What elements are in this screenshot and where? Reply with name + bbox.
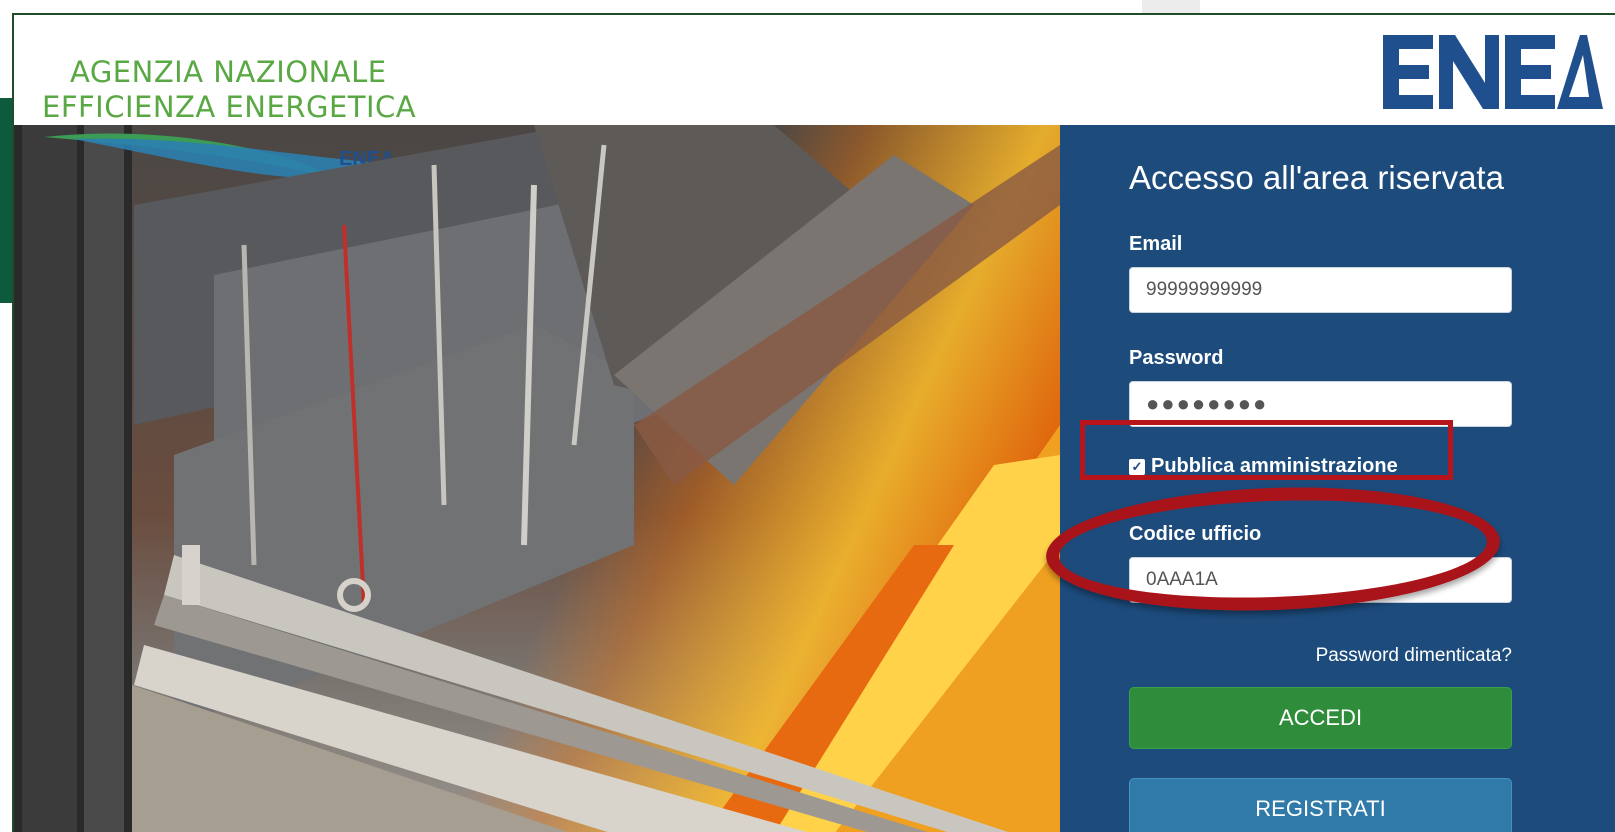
email-label: Email	[1129, 233, 1183, 255]
hero-photo-illustration: ENEA	[14, 125, 1060, 832]
register-button[interactable]: REGISTRATI	[1129, 778, 1512, 832]
email-field[interactable]: 99999999999	[1129, 267, 1512, 313]
hero-industrial-photo: ENEA	[14, 125, 1060, 832]
top-grey-block	[1142, 0, 1200, 14]
email-value: 99999999999	[1146, 279, 1263, 300]
enea-logo-icon[interactable]	[1381, 33, 1603, 111]
annotation-highlight-rectangle	[1080, 420, 1453, 480]
login-button[interactable]: ACCEDI	[1129, 687, 1512, 749]
page: AGENZIA NAZIONALE EFFICIENZA ENERGETICA	[0, 0, 1615, 832]
agency-name-line2: EFFICIENZA ENERGETICA	[42, 90, 417, 124]
forgot-password-link[interactable]: Password dimenticata?	[1316, 645, 1512, 667]
login-title: Accesso all'area riservata	[1129, 159, 1504, 196]
password-label: Password	[1129, 347, 1224, 369]
agency-name-line1: AGENZIA NAZIONALE	[70, 55, 387, 89]
password-value: ●●●●●●●●	[1146, 391, 1269, 416]
site-header: AGENZIA NAZIONALE EFFICIENZA ENERGETICA	[14, 15, 1615, 125]
